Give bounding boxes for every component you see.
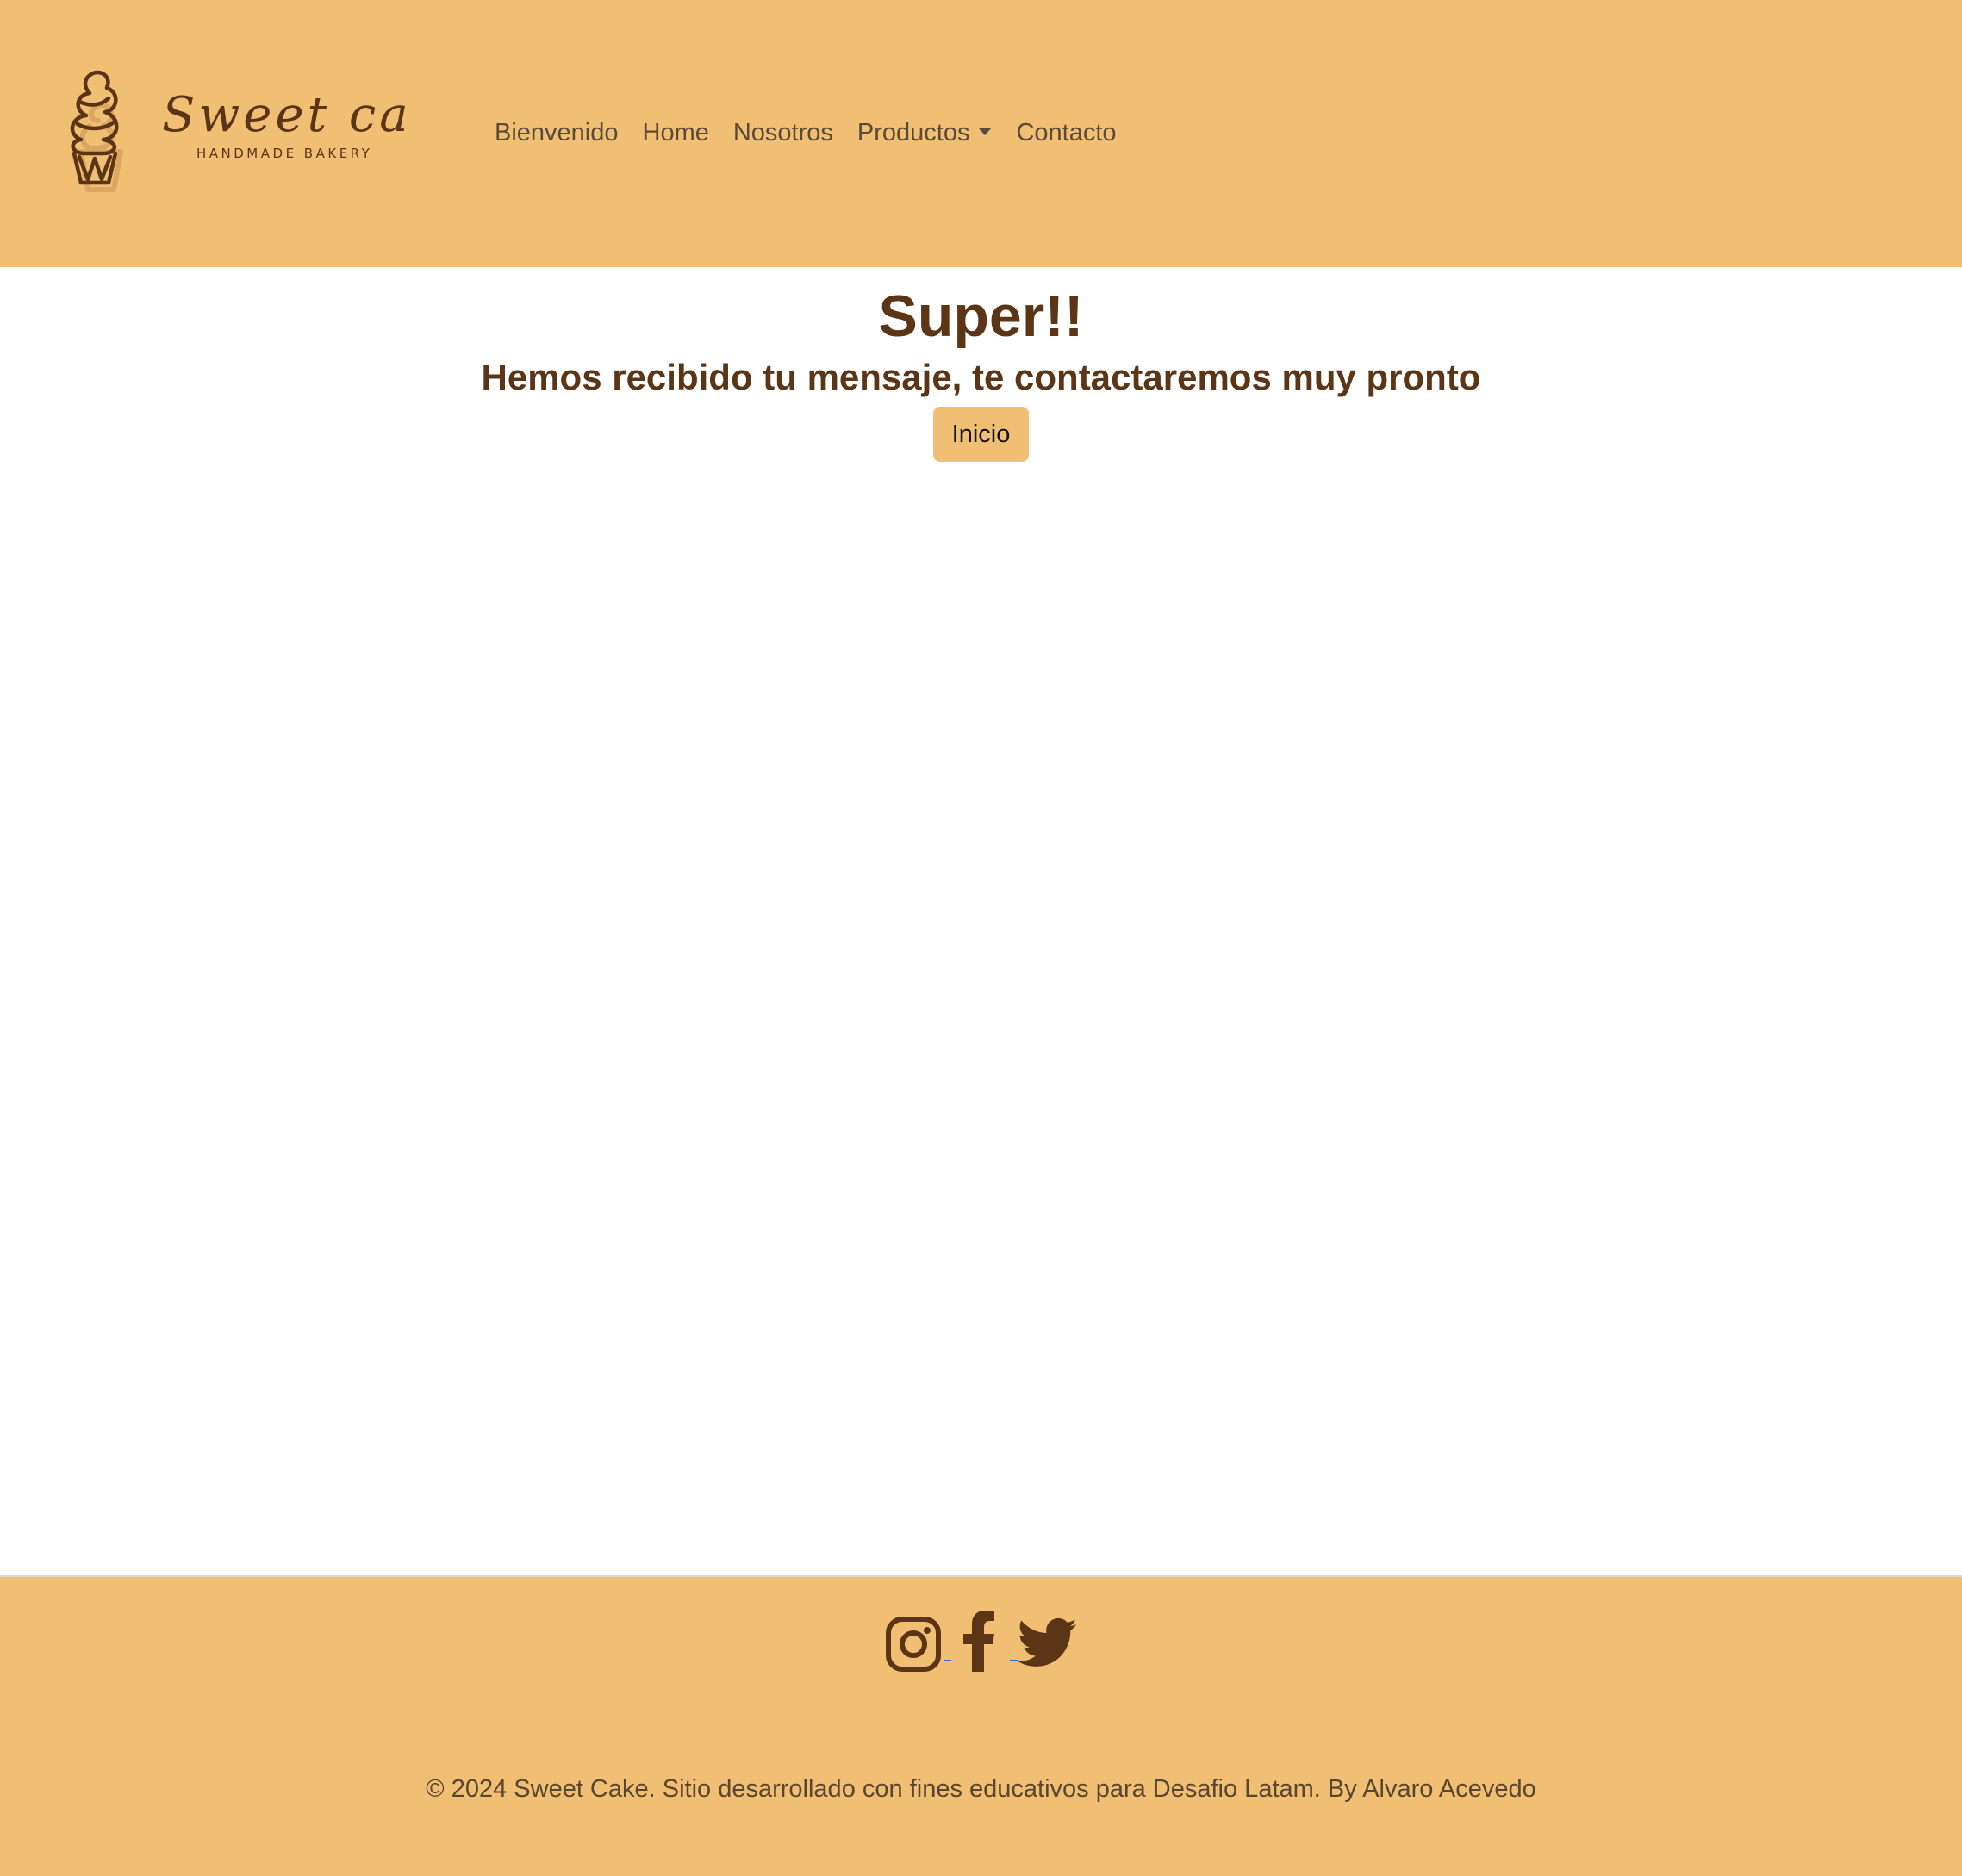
- logo-tagline: HANDMADE BAKERY: [196, 146, 372, 161]
- nav-bienvenido[interactable]: Bienvenido: [495, 115, 619, 150]
- facebook-icon[interactable]: [962, 1610, 996, 1676]
- page-title: Super!!: [878, 284, 1084, 349]
- copyright-text: © 2024 Sweet Cake. Sitio desarrollado co…: [426, 1775, 1536, 1803]
- social-links: [886, 1610, 1079, 1675]
- inicio-button[interactable]: Inicio: [933, 407, 1029, 462]
- confirmation-section: Super!! Hemos recibido tu mensaje, te co…: [0, 267, 1962, 1575]
- nav-productos-label: Productos: [856, 119, 970, 146]
- instagram-icon[interactable]: [886, 1617, 941, 1676]
- twitter-icon[interactable]: [1017, 1617, 1078, 1674]
- link-separator: [1010, 1660, 1018, 1661]
- nav-nosotros[interactable]: Nosotros: [733, 115, 833, 150]
- confirmation-message: Hemos recibido tu mensaje, te contactare…: [481, 357, 1481, 397]
- sweet-cake-logo[interactable]: Sweet cake HANDMADE BAKERY: [69, 67, 414, 196]
- link-separator: [944, 1660, 951, 1661]
- main-nav: Bienvenido Home Nosotros Productos Conta…: [495, 115, 1141, 150]
- nav-contacto[interactable]: Contacto: [1016, 115, 1116, 150]
- navbar: Sweet cake HANDMADE BAKERY Bienvenido Ho…: [0, 0, 1962, 267]
- chevron-down-icon: [978, 127, 993, 135]
- footer: © 2024 Sweet Cake. Sitio desarrollado co…: [0, 1575, 1962, 1876]
- nav-home[interactable]: Home: [643, 115, 709, 150]
- logo-script-text: Sweet cake: [162, 87, 414, 143]
- nav-productos-dropdown[interactable]: Productos: [857, 115, 993, 150]
